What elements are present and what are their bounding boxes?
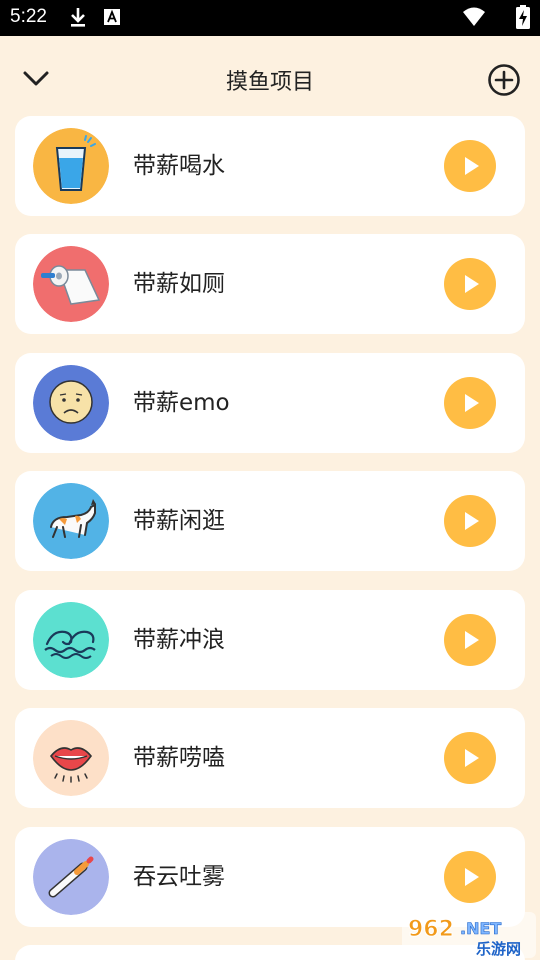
play-icon (465, 631, 479, 649)
item-label: 带薪冲浪 (133, 627, 225, 653)
app-bar: 摸鱼项目 (0, 36, 540, 118)
play-icon (465, 394, 479, 412)
list-item[interactable]: 带薪冲浪 (15, 590, 525, 690)
wifi-icon (462, 6, 486, 28)
play-button[interactable] (444, 614, 496, 666)
list-item[interactable]: 带薪闲逛 (15, 471, 525, 571)
list-item[interactable]: 带薪唠嗑 (15, 708, 525, 808)
play-icon (465, 275, 479, 293)
water-glass-icon (33, 128, 109, 204)
play-button[interactable] (444, 258, 496, 310)
download-icon (68, 6, 88, 28)
status-bar: 5:22 (0, 0, 540, 36)
item-label: 带薪emo (133, 390, 230, 416)
svg-text:乐游网: 乐游网 (476, 940, 521, 958)
play-icon (465, 749, 479, 767)
page-title: 摸鱼项目 (225, 70, 314, 95)
cigarette-icon (33, 839, 109, 915)
svg-text:.NET: .NET (460, 919, 501, 938)
watermark-logo: 962 .NET 乐游网 (402, 912, 536, 958)
item-label: 带薪闲逛 (133, 508, 225, 534)
play-button[interactable] (444, 495, 496, 547)
walking-cat-icon (33, 483, 109, 559)
list-item[interactable]: 带薪emo (15, 353, 525, 453)
item-label: 带薪如厕 (133, 271, 225, 297)
list-item[interactable]: 带薪喝水 (15, 116, 525, 216)
play-icon (465, 157, 479, 175)
svg-text:962: 962 (408, 917, 454, 942)
accessibility-a-icon (103, 8, 121, 26)
toilet-paper-icon (33, 246, 109, 322)
play-button[interactable] (444, 851, 496, 903)
play-button[interactable] (444, 732, 496, 784)
play-button[interactable] (444, 140, 496, 192)
item-label: 带薪唠嗑 (133, 745, 225, 771)
play-icon (465, 868, 479, 886)
list-item[interactable]: 带薪如厕 (15, 234, 525, 334)
status-time: 5:22 (10, 6, 47, 27)
battery-charging-icon (516, 5, 530, 29)
sad-face-icon (33, 365, 109, 441)
add-circle-icon[interactable] (486, 62, 522, 98)
play-icon (465, 512, 479, 530)
wave-icon (33, 602, 109, 678)
play-button[interactable] (444, 377, 496, 429)
item-label: 吞云吐雾 (133, 864, 225, 890)
lips-icon (33, 720, 109, 796)
item-label: 带薪喝水 (133, 153, 225, 179)
